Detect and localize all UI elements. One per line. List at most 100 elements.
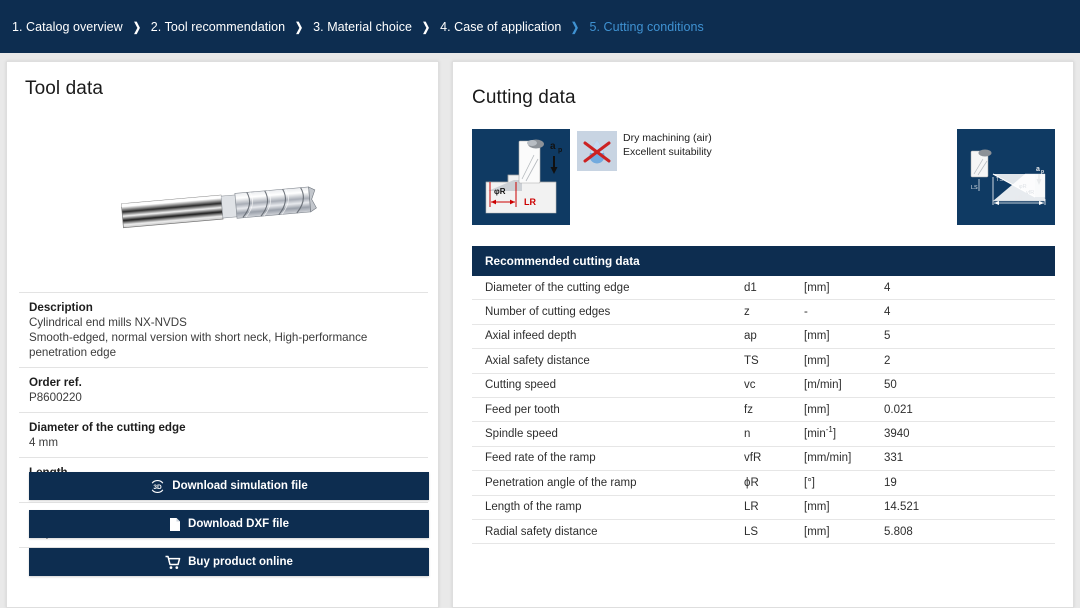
- cell-unit: -: [804, 306, 808, 319]
- cell-unit: [m/min]: [804, 379, 842, 392]
- cell-parameter-name: Feed per tooth: [485, 403, 560, 416]
- shopping-cart-icon: [165, 555, 181, 570]
- table-row: Spindle speed n [min-1] 3940: [472, 422, 1055, 447]
- cell-value: 5: [884, 330, 891, 343]
- svg-text:p: p: [1041, 169, 1044, 175]
- buy-product-online-button[interactable]: Buy product online: [29, 548, 429, 576]
- spec-value-secondary: Smooth-edged, normal version with short …: [29, 331, 368, 359]
- table-row: Length of the ramp LR [mm] 14.521: [472, 496, 1055, 520]
- cell-symbol: LS: [744, 525, 759, 538]
- cell-symbol: ϕR: [744, 476, 759, 489]
- tool-image: [7, 124, 438, 289]
- button-label: Download DXF file: [188, 518, 289, 530]
- breadcrumb-separator: ❯: [422, 19, 431, 34]
- cell-parameter-name: Axial infeed depth: [485, 330, 577, 343]
- spec-value: 4 mm: [29, 436, 58, 449]
- spec-row-description: Description Cylindrical end mills NX-NVD…: [19, 292, 428, 367]
- coolant-suitability-text: Dry machining (air) Excellent suitabilit…: [623, 132, 712, 159]
- breadcrumb-separator: ❯: [132, 19, 141, 34]
- recommended-cutting-data-table: Recommended cutting data Diameter of the…: [472, 246, 1055, 545]
- spec-row-diameter: Diameter of the cutting edge 4 mm: [19, 412, 428, 457]
- 3d-icon: 3D: [150, 479, 165, 493]
- tool-action-buttons: 3D Download simulation file Download DXF…: [29, 472, 429, 586]
- breadcrumb-item-2[interactable]: 2. Tool recommendation: [151, 20, 285, 34]
- cell-value: 2: [884, 354, 891, 367]
- cell-unit: [mm]: [804, 525, 830, 538]
- breadcrumb-item-3[interactable]: 3. Material choice: [313, 20, 412, 34]
- ramp-length-diagram: LR LS TS φR vfR a p: [957, 129, 1055, 225]
- cell-symbol: ap: [744, 330, 757, 343]
- cell-value: 4: [884, 281, 891, 294]
- cell-unit: [mm]: [804, 330, 830, 343]
- download-simulation-file-button[interactable]: 3D Download simulation file: [29, 472, 429, 500]
- table-row: Axial infeed depth ap [mm] 5: [472, 325, 1055, 350]
- cell-parameter-name: Length of the ramp: [485, 501, 582, 514]
- breadcrumb-separator: ❯: [295, 19, 304, 34]
- cell-symbol: vc: [744, 379, 756, 392]
- ramp-geometry-diagram: LR φR a p: [472, 129, 570, 225]
- cell-parameter-name: Radial safety distance: [485, 525, 598, 538]
- svg-text:p: p: [558, 147, 562, 154]
- button-label: Download simulation file: [172, 480, 308, 492]
- cell-symbol: n: [744, 428, 751, 441]
- table-row: Axial safety distance TS [mm] 2: [472, 349, 1055, 374]
- cell-value: 331: [884, 452, 904, 465]
- breadcrumb-item-4[interactable]: 4. Case of application: [440, 20, 561, 34]
- cell-parameter-name: Spindle speed: [485, 428, 558, 441]
- cell-symbol: vfR: [744, 452, 762, 465]
- cell-parameter-name: Feed rate of the ramp: [485, 452, 596, 465]
- table-row: Number of cutting edges z - 4: [472, 300, 1055, 325]
- table-row: Radial safety distance LS [mm] 5.808: [472, 520, 1055, 545]
- cell-symbol: fz: [744, 403, 753, 416]
- svg-text:3D: 3D: [154, 484, 163, 491]
- table-row: Penetration angle of the ramp ϕR [°] 19: [472, 471, 1055, 496]
- cell-value: 3940: [884, 428, 910, 441]
- cutting-data-card: Cutting data LR φR a p Dry machining (ai…: [452, 61, 1074, 608]
- cell-symbol: z: [744, 306, 750, 319]
- tool-data-card: Tool data Description Cylindrical end mi…: [6, 61, 439, 608]
- cell-value: 19: [884, 476, 897, 489]
- cell-value: 14.521: [884, 501, 920, 514]
- cell-unit: [mm]: [804, 501, 830, 514]
- cell-unit: [mm]: [804, 354, 830, 367]
- svg-text:vfR: vfR: [1026, 190, 1034, 196]
- table-row: Cutting speed vc [m/min] 50: [472, 374, 1055, 398]
- cell-value: 0.021: [884, 403, 913, 416]
- page-title-tool-data: Tool data: [25, 78, 104, 99]
- download-dxf-file-button[interactable]: Download DXF file: [29, 510, 429, 538]
- cell-symbol: TS: [744, 354, 759, 367]
- page-root: 1. Catalog overview ❯ 2. Tool recommendati…: [0, 0, 1080, 608]
- table-body: Diameter of the cutting edge d1 [mm] 4 Numbe…: [472, 276, 1055, 545]
- cell-unit: [°]: [804, 476, 815, 489]
- document-icon: [169, 517, 181, 532]
- coolant-line-2: Excellent suitability: [623, 145, 712, 158]
- table-row: Diameter of the cutting edge d1 [mm] 4: [472, 276, 1055, 301]
- spec-value: Cylindrical end mills NX-NVDS: [29, 316, 187, 329]
- svg-text:TS: TS: [996, 177, 1003, 183]
- cell-value: 4: [884, 306, 891, 319]
- cell-parameter-name: Cutting speed: [485, 379, 556, 392]
- breadcrumb-item-1[interactable]: 1. Catalog overview: [12, 20, 123, 34]
- cell-parameter-name: Diameter of the cutting edge: [485, 281, 630, 294]
- cell-value: 5.808: [884, 525, 913, 538]
- spec-value: P8600220: [29, 391, 82, 404]
- cell-unit: [min-1]: [804, 425, 837, 441]
- spec-label: Order ref.: [29, 376, 82, 389]
- cell-unit: [mm]: [804, 281, 830, 294]
- svg-text:LR: LR: [1015, 196, 1023, 202]
- spec-row-order-ref: Order ref. P8600220: [19, 367, 428, 412]
- cell-parameter-name: Axial safety distance: [485, 354, 590, 367]
- cell-symbol: LR: [744, 501, 759, 514]
- svg-text:LS: LS: [971, 185, 978, 191]
- coolant-line-1: Dry machining (air): [623, 132, 712, 144]
- cell-parameter-name: Penetration angle of the ramp: [485, 476, 637, 489]
- table-row: Feed rate of the ramp vfR [mm/min] 331: [472, 447, 1055, 472]
- breadcrumb-item-5[interactable]: 5. Cutting conditions: [589, 20, 703, 34]
- spec-label: Description: [29, 301, 93, 314]
- button-label: Buy product online: [188, 556, 293, 568]
- spec-label: Diameter of the cutting edge: [29, 421, 186, 434]
- table-row: Feed per tooth fz [mm] 0.021: [472, 398, 1055, 423]
- breadcrumb: 1. Catalog overview ❯ 2. Tool recommendati…: [0, 0, 1080, 53]
- svg-text:LR: LR: [524, 197, 536, 207]
- svg-text:a: a: [550, 141, 556, 152]
